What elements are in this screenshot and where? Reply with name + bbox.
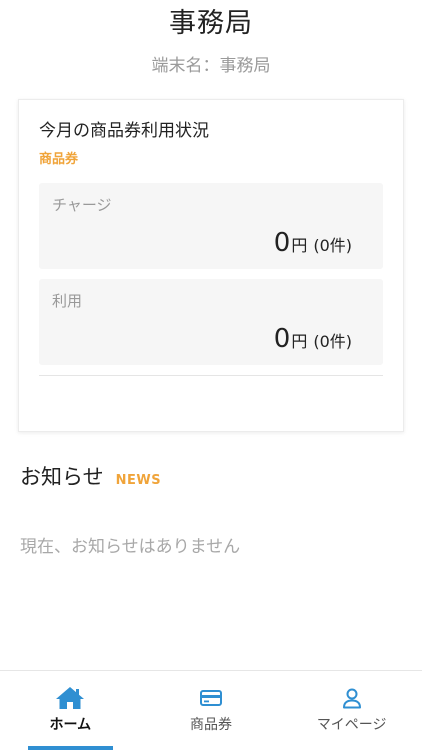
news-badge: NEWS bbox=[115, 473, 162, 488]
charge-count: (0件) bbox=[313, 236, 352, 255]
terminal-name: 端末名：事務局 bbox=[151, 56, 271, 76]
use-amount: 0 bbox=[273, 324, 291, 354]
use-count: (0件) bbox=[313, 332, 352, 351]
use-amount-row: 0 円 (0件) bbox=[274, 326, 352, 352]
news-header: お知らせ NEWS bbox=[20, 461, 161, 491]
news-title: お知らせ bbox=[20, 465, 104, 489]
page-header: 事務局 端末名：事務局 bbox=[0, 0, 422, 78]
use-summary: 利用 0 円 (0件) bbox=[39, 279, 383, 365]
tab-home-label: ホーム bbox=[49, 717, 92, 733]
news-empty-message: 現在、お知らせはありません bbox=[20, 537, 241, 557]
home-icon bbox=[55, 686, 85, 710]
use-currency: 円 bbox=[291, 332, 308, 351]
bottom-tab-bar: ホーム 商品券 マイページ bbox=[0, 670, 422, 750]
card-divider bbox=[39, 375, 383, 376]
usage-card-title: 今月の商品券利用状況 bbox=[39, 121, 209, 141]
charge-amount: 0 bbox=[273, 228, 291, 258]
use-label: 利用 bbox=[52, 292, 83, 310]
charge-label: チャージ bbox=[52, 196, 112, 214]
tab-mypage-label: マイページ bbox=[316, 717, 387, 733]
person-icon bbox=[341, 686, 363, 710]
usage-card-subtitle: 商品券 bbox=[39, 152, 79, 167]
tab-mypage[interactable]: マイページ bbox=[281, 671, 422, 750]
page-title: 事務局 bbox=[169, 8, 253, 39]
charge-amount-row: 0 円 (0件) bbox=[274, 230, 352, 256]
card-icon bbox=[199, 686, 223, 710]
home-screen: 事務局 端末名：事務局 今月の商品券利用状況 商品券 チャージ 0 円 (0件)… bbox=[0, 0, 422, 750]
usage-card: 今月の商品券利用状況 商品券 チャージ 0 円 (0件) 利用 0 円 (0件) bbox=[18, 99, 404, 432]
charge-currency: 円 bbox=[291, 236, 308, 255]
tab-voucher-label: 商品券 bbox=[190, 717, 232, 733]
active-tab-indicator bbox=[28, 746, 113, 750]
tab-voucher[interactable]: 商品券 bbox=[141, 671, 282, 750]
tab-home[interactable]: ホーム bbox=[0, 671, 141, 750]
charge-summary: チャージ 0 円 (0件) bbox=[39, 183, 383, 269]
